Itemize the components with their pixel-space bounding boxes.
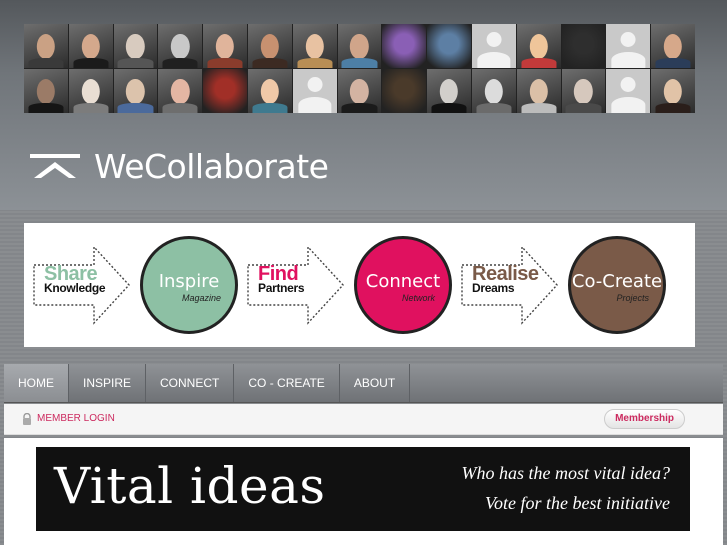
member-photo[interactable] xyxy=(516,24,561,68)
member-photo[interactable] xyxy=(292,24,337,68)
circle-title: Connect xyxy=(365,271,441,292)
member-photo[interactable] xyxy=(158,24,203,68)
vital-ideas-title: Vital ideas xyxy=(54,457,326,515)
member-photo[interactable] xyxy=(427,24,471,68)
member-photo[interactable] xyxy=(113,69,158,113)
brand-name: WeCollaborate xyxy=(94,146,329,186)
vital-ideas-question: Who has the most vital idea? xyxy=(461,463,670,483)
login-bar: MEMBER LOGIN Membership xyxy=(4,404,723,435)
nav-item-about[interactable]: ABOUT xyxy=(340,364,411,402)
step-arrow: Find Partners xyxy=(246,245,346,325)
vital-ideas-banner[interactable]: Vital ideas Who has the most vital idea?… xyxy=(36,447,690,531)
member-photo-wall xyxy=(24,24,695,113)
member-photo[interactable] xyxy=(24,24,68,68)
nav-item-connect[interactable]: CONNECT xyxy=(146,364,235,402)
step-object: Partners xyxy=(258,281,305,295)
member-photo[interactable] xyxy=(68,24,113,68)
main-navigation: HOME INSPIRE CONNECT CO - CREATE ABOUT xyxy=(4,364,723,403)
lock-icon xyxy=(23,413,31,425)
brand[interactable]: WeCollaborate xyxy=(30,147,329,186)
member-photo-placeholder-icon[interactable] xyxy=(292,69,337,113)
circle-title: Co-Create xyxy=(571,271,663,292)
circle-subtitle: Projects xyxy=(616,293,649,303)
membership-button[interactable]: Membership xyxy=(604,409,685,429)
member-photo[interactable] xyxy=(651,69,695,113)
member-photo[interactable] xyxy=(203,24,247,68)
step-verb: Realise xyxy=(472,263,539,285)
member-photo[interactable] xyxy=(247,69,292,113)
member-photo[interactable] xyxy=(113,24,158,68)
nav-item-home[interactable]: HOME xyxy=(4,364,69,402)
step-verb: Find xyxy=(258,263,299,285)
member-photo[interactable] xyxy=(203,69,247,113)
member-login-link[interactable]: MEMBER LOGIN xyxy=(37,413,115,424)
member-photo[interactable] xyxy=(651,24,695,68)
member-photo[interactable] xyxy=(561,69,606,113)
nav-item-inspire[interactable]: INSPIRE xyxy=(69,364,147,402)
member-photo[interactable] xyxy=(427,69,471,113)
member-photo[interactable] xyxy=(337,69,382,113)
step-arrow: Share Knowledge xyxy=(32,245,132,325)
member-photo[interactable] xyxy=(382,69,427,113)
circle-title: Inspire xyxy=(158,271,220,292)
vital-ideas-call-to-vote: Vote for the best initiative xyxy=(485,493,670,513)
member-photo[interactable] xyxy=(561,24,606,68)
member-photo[interactable] xyxy=(158,69,203,113)
circle-subtitle: Network xyxy=(401,293,435,303)
circle-subtitle: Magazine xyxy=(181,293,221,303)
member-photo[interactable] xyxy=(68,69,113,113)
member-photo[interactable] xyxy=(382,24,427,68)
member-photo-placeholder-icon[interactable] xyxy=(606,24,651,68)
member-photo[interactable] xyxy=(24,69,68,113)
member-photo-placeholder-icon[interactable] xyxy=(606,69,651,113)
step-circle-inspire[interactable]: Inspire Magazine xyxy=(140,236,238,334)
step-circle-co-create[interactable]: Co-Create Projects xyxy=(568,236,666,334)
member-photo[interactable] xyxy=(471,69,516,113)
member-photo[interactable] xyxy=(337,24,382,68)
wecollaborate-logo-icon xyxy=(30,154,80,178)
process-banner: Share Knowledge Inspire Magazine Find Partner… xyxy=(24,223,695,347)
nav-item-co-create[interactable]: CO - CREATE xyxy=(234,364,340,402)
step-verb: Share xyxy=(44,263,98,285)
member-photo-placeholder-icon[interactable] xyxy=(471,24,516,68)
member-photo[interactable] xyxy=(516,69,561,113)
member-photo[interactable] xyxy=(247,24,292,68)
step-arrow: Realise Dreams xyxy=(460,245,560,325)
step-circle-connect[interactable]: Connect Network xyxy=(354,236,452,334)
content-area: Vital ideas Who has the most vital idea?… xyxy=(4,438,723,545)
step-object: Knowledge xyxy=(44,281,106,295)
